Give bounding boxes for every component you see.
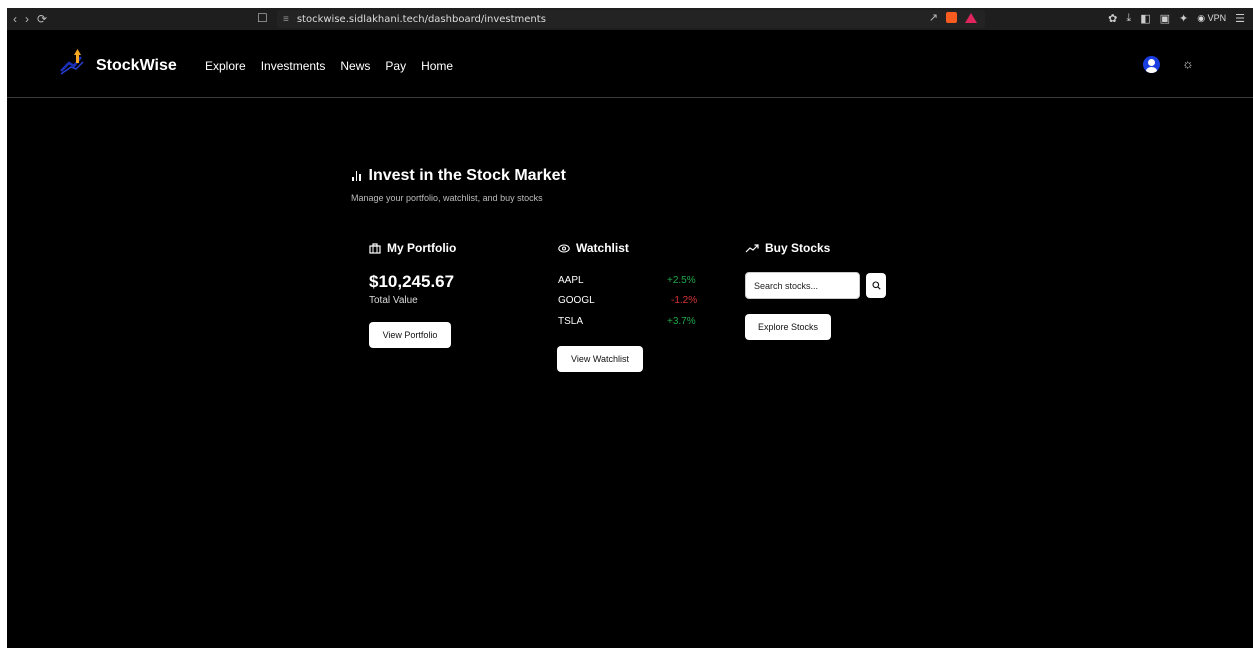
page-subtitle: Manage your portfolio, watchlist, and bu… xyxy=(351,193,543,203)
back-icon[interactable]: ‹ xyxy=(13,12,17,26)
watchlist-symbol: TSLA xyxy=(558,316,584,327)
vpn-button[interactable]: ◉ VPN xyxy=(1197,13,1226,24)
bar-chart-icon xyxy=(352,171,361,181)
nav-explore[interactable]: Explore xyxy=(205,59,246,73)
watchlist-heading: Watchlist xyxy=(558,241,629,255)
address-bar[interactable]: ≡ stockwise.sidlakhani.tech/dashboard/in… xyxy=(277,10,985,28)
brave-shield-icon[interactable] xyxy=(946,12,957,23)
page-title-text: Invest in the Stock Market xyxy=(368,167,566,184)
portfolio-total-value: $10,245.67 xyxy=(369,272,455,291)
page: StockWise Explore Investments News Pay H… xyxy=(7,30,1253,648)
watchlist-change: -1.2% xyxy=(671,295,698,306)
address-bar-actions: ↗ xyxy=(929,11,977,24)
user-avatar[interactable] xyxy=(1143,56,1160,73)
portfolio-heading: My Portfolio xyxy=(369,241,456,255)
watchlist-symbol: GOOGL xyxy=(558,295,595,306)
buy-stocks-heading-text: Buy Stocks xyxy=(765,241,831,255)
bookmark-icon[interactable]: ☐ xyxy=(257,11,268,25)
avatar-body xyxy=(1146,67,1157,73)
brave-rewards-icon[interactable] xyxy=(965,12,977,23)
eye-icon xyxy=(558,243,570,253)
menu-icon[interactable]: ☰ xyxy=(1235,12,1245,25)
watchlist-change: +2.5% xyxy=(667,275,696,286)
site-settings-icon[interactable]: ≡ xyxy=(283,14,289,25)
url-text[interactable]: stockwise.sidlakhani.tech/dashboard/inve… xyxy=(297,14,546,25)
watchlist-symbol: AAPL xyxy=(558,275,584,286)
buy-stocks-heading: Buy Stocks xyxy=(745,241,830,255)
explore-stocks-button[interactable]: Explore Stocks xyxy=(745,314,831,340)
portfolio-heading-text: My Portfolio xyxy=(387,241,457,255)
portfolio-total-label: Total Value xyxy=(369,295,418,306)
brand-name[interactable]: StockWise xyxy=(96,57,177,75)
site-header: StockWise Explore Investments News Pay H… xyxy=(7,30,1253,98)
nav-news[interactable]: News xyxy=(340,59,370,73)
briefcase-icon xyxy=(369,242,381,254)
download-icon[interactable]: ⤓ xyxy=(1126,12,1131,25)
search-stocks-input[interactable] xyxy=(745,272,860,299)
view-portfolio-button[interactable]: View Portfolio xyxy=(369,322,451,348)
page-title: Invest in the Stock Market xyxy=(352,167,566,185)
leo-icon[interactable]: ✦ xyxy=(1179,12,1188,25)
nav-home[interactable]: Home xyxy=(421,59,453,73)
share-icon[interactable]: ↗ xyxy=(929,11,938,24)
nav-pay[interactable]: Pay xyxy=(385,59,406,73)
watchlist-change: +3.7% xyxy=(667,316,696,327)
main-nav: Explore Investments News Pay Home xyxy=(205,59,453,73)
nav-investments[interactable]: Investments xyxy=(261,59,326,73)
trending-up-icon xyxy=(745,243,759,252)
wallet-icon[interactable]: ▣ xyxy=(1160,12,1170,25)
view-watchlist-button[interactable]: View Watchlist xyxy=(557,346,643,372)
theme-toggle-sun-icon[interactable]: ☼ xyxy=(1182,56,1194,71)
sidebar-icon[interactable]: ◧ xyxy=(1140,12,1150,25)
browser-toolbar: ‹ › ⟳ ☐ ≡ stockwise.sidlakhani.tech/dash… xyxy=(7,8,1253,30)
logo-icon[interactable] xyxy=(57,47,87,77)
browser-nav-buttons: ‹ › ⟳ xyxy=(13,12,47,26)
forward-icon[interactable]: › xyxy=(25,12,29,26)
vpn-label: VPN xyxy=(1207,13,1227,23)
reload-icon[interactable]: ⟳ xyxy=(37,12,47,26)
search-icon xyxy=(871,281,881,290)
search-button[interactable] xyxy=(866,273,886,298)
watchlist-heading-text: Watchlist xyxy=(576,241,629,255)
extensions-icon[interactable]: ✿ xyxy=(1108,12,1117,25)
browser-toolbar-right: ✿ ⤓ ◧ ▣ ✦ ◉ VPN ☰ xyxy=(1108,12,1245,25)
avatar-head xyxy=(1148,59,1155,66)
